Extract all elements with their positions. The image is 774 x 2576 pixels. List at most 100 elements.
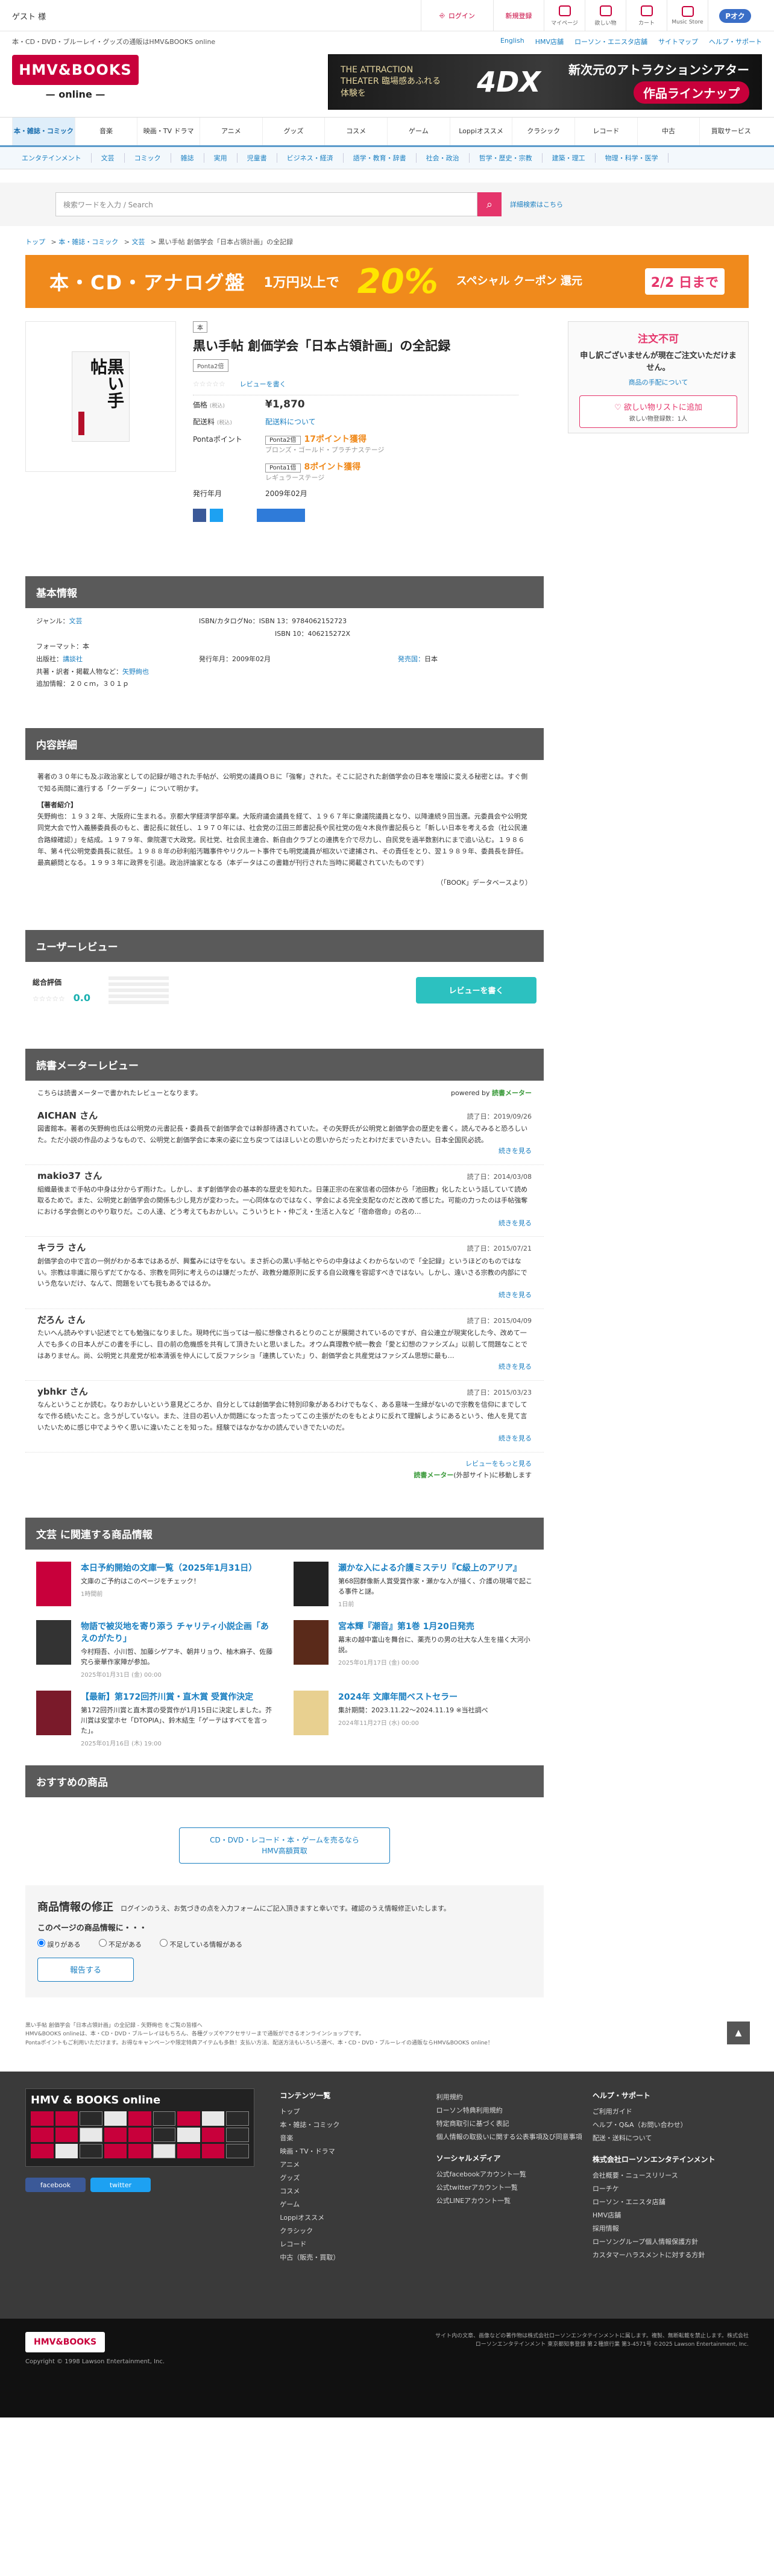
option-missing[interactable]: 不足がある [98, 1938, 142, 1949]
footer-link[interactable]: 個人情報の取扱いに関する公表事項及び同意事項 [436, 2131, 593, 2144]
gnav-item[interactable]: クラシック [512, 118, 574, 145]
footer-link[interactable]: トップ [280, 2105, 436, 2119]
help-link[interactable]: ヘルプ・サポート [709, 37, 762, 46]
lawson-stores-link[interactable]: ローソン・エニスタ店舗 [574, 37, 647, 46]
gnav-item[interactable]: ゲーム [387, 118, 450, 145]
facebook-share-icon[interactable] [193, 509, 206, 522]
related-title[interactable]: 宮本輝『潮音』第1巻 1月20日発売 [338, 1620, 533, 1632]
subnav-item[interactable]: 建築・理工 [543, 153, 596, 163]
footer-link[interactable]: ローソン特典利用規約 [436, 2104, 593, 2117]
subnav-item[interactable]: 物理・科学・医学 [596, 153, 669, 163]
music-store-button[interactable]: Music Store [667, 0, 708, 31]
add-to-wishlist-button[interactable]: ♡ 欲しい物リストに追加 欲しい物登録数：1人 [579, 395, 737, 428]
read-more-link[interactable]: 続きを見る [499, 1363, 532, 1371]
related-item[interactable]: 宮本輝『潮音』第1巻 1月20日発売 幕末の越中富山を舞台に、薬売りの男の壮大な人… [294, 1619, 533, 1679]
footer-link[interactable]: コスメ [280, 2185, 436, 2198]
footer-link[interactable]: 中古（販売・買取） [280, 2251, 436, 2264]
footer-link[interactable]: HMV店舗 [593, 2209, 749, 2222]
related-item[interactable]: 2024年 文庫年間ベストセラー 集計期間：2023.11.22～2024.11.… [294, 1690, 533, 1747]
write-review-button[interactable]: レビューを書く [416, 976, 536, 1004]
footer-link[interactable]: ゲーム [280, 2198, 436, 2211]
gnav-item[interactable]: アニメ [200, 118, 262, 145]
gnav-item[interactable]: 音楽 [74, 118, 137, 145]
reviewer-name[interactable]: makio37 さん [37, 1169, 102, 1184]
crumb-books[interactable]: 本・雑誌・コミック [58, 238, 118, 246]
gnav-item[interactable]: 本・雑誌・コミック [12, 118, 75, 145]
footer-banner[interactable]: HMV & BOOKS online [25, 2088, 254, 2167]
hmv-stores-link[interactable]: HMV店舗 [535, 37, 564, 46]
related-item[interactable]: 瀬かな入による介護ミステリ『C級上のアリア』 第68回群像新人賞受賞作家・瀬かな入… [294, 1561, 533, 1608]
reviewer-name[interactable]: キララ さん [37, 1240, 86, 1256]
arrangement-link[interactable]: 商品の手配について [629, 379, 688, 386]
footer-link[interactable]: ローソングループ個人情報保護方針 [593, 2235, 749, 2249]
related-item[interactable]: 本日予約開始の文庫一覧（2025年1月31日） 文庫のご予約はこのページをチェック… [36, 1561, 275, 1608]
subnav-item[interactable]: 児童書 [238, 153, 277, 163]
gnav-item[interactable]: 中古 [637, 118, 700, 145]
read-more-link[interactable]: 続きを見る [499, 1434, 532, 1442]
related-title[interactable]: 本日予約開始の文庫一覧（2025年1月31日） [81, 1562, 257, 1574]
read-more-link[interactable]: 続きを見る [499, 1219, 532, 1227]
related-title[interactable]: 物語で被災地を寄り添う チャリティ小説企画「あえのがたり」 [81, 1620, 275, 1644]
4dx-banner[interactable]: THE ATTRACTION THEATER 臨場感あふれる 体験を 4DX 新… [328, 54, 762, 110]
footer-link[interactable]: クラシック [280, 2225, 436, 2238]
like-button[interactable] [257, 509, 305, 522]
genre-link[interactable]: 文芸 [69, 617, 82, 625]
campaign-banner[interactable]: 本・CD・アナログ盤 1万円以上で 20% スペシャル クーポン 還元 2/2 … [25, 255, 749, 308]
twitter-button[interactable]: twitter [90, 2178, 151, 2193]
crumb-literature[interactable]: 文芸 [131, 238, 145, 246]
publisher-link[interactable]: 講談社 [63, 655, 83, 663]
twitter-share-icon[interactable] [210, 509, 223, 522]
subnav-item[interactable]: ビジネス・経済 [277, 153, 344, 163]
ponta-button[interactable]: Pオク [708, 0, 762, 31]
footer-link[interactable]: 特定商取引に基づく表記 [436, 2117, 593, 2131]
footer-link[interactable]: 公式LINEアカウント一覧 [436, 2194, 593, 2208]
related-title[interactable]: 【最新】第172回芥川賞・直木賞 受賞作決定 [81, 1691, 275, 1703]
wishlist-button[interactable]: 欲しい物 [585, 0, 626, 31]
footer-link[interactable]: 採用情報 [593, 2222, 749, 2235]
subnav-item[interactable]: 哲学・歴史・宗教 [470, 153, 543, 163]
footer-link[interactable]: レコード [280, 2238, 436, 2251]
login-link[interactable]: ⎆ ログイン [421, 0, 493, 31]
facebook-button[interactable]: facebook [25, 2178, 86, 2193]
footer-link[interactable]: 会社概要・ニュースリリース [593, 2169, 749, 2182]
footer-link[interactable]: アニメ [280, 2158, 436, 2172]
gnav-item[interactable]: 映画・TV ドラマ [137, 118, 200, 145]
write-review-link[interactable]: レビューを書く [240, 380, 286, 388]
gnav-item[interactable]: コスメ [324, 118, 387, 145]
crumb-top[interactable]: トップ [25, 238, 45, 246]
author-link[interactable]: 矢野絢也 [122, 668, 149, 676]
footer-link[interactable]: 公式twitterアカウント一覧 [436, 2181, 593, 2194]
report-button[interactable]: 報告する [37, 1957, 134, 1982]
related-item[interactable]: 物語で被災地を寄り添う チャリティ小説企画「あえのがたり」 今村翔吾、小川哲、加藤… [36, 1619, 275, 1679]
subnav-item[interactable]: 社会・政治 [417, 153, 470, 163]
footer-link[interactable]: ローチケ [593, 2182, 749, 2196]
reviewer-name[interactable]: ybhkr さん [37, 1384, 88, 1400]
related-item[interactable]: 【最新】第172回芥川賞・直木賞 受賞作決定 第172回芥川賞と直木賞の受賞作が1… [36, 1690, 275, 1747]
footer-logo[interactable]: HMV&BOOKS [25, 2332, 105, 2353]
subnav-item[interactable]: 雑誌 [171, 153, 204, 163]
related-title[interactable]: 瀬かな入による介護ミステリ『C級上のアリア』 [338, 1562, 533, 1574]
search-button[interactable]: ⌕ [477, 192, 502, 216]
advanced-search-link[interactable]: 詳細検索はこちら [510, 199, 563, 209]
subnav-item[interactable]: 語学・教育・辞書 [344, 153, 417, 163]
footer-link[interactable]: Loppiオススメ [280, 2211, 436, 2225]
footer-link[interactable]: カスタマーハラスメントに対する方針 [593, 2249, 749, 2262]
buyback-button[interactable]: CD・DVD・レコード・本・ゲームを売るなら HMV高額買取 [179, 1827, 390, 1864]
subnav-item[interactable]: 文芸 [92, 153, 125, 163]
footer-link[interactable]: 本・雑誌・コミック [280, 2119, 436, 2132]
footer-link[interactable]: ご利用ガイド [593, 2105, 749, 2119]
footer-link[interactable]: 公式facebookアカウント一覧 [436, 2168, 593, 2181]
footer-link[interactable]: 映画・TV・ドラマ [280, 2145, 436, 2158]
option-error[interactable]: 誤りがある [37, 1938, 81, 1949]
gnav-item[interactable]: グッズ [262, 118, 325, 145]
gnav-item[interactable]: Loppiオススメ [449, 118, 512, 145]
subnav-item[interactable]: 実用 [204, 153, 238, 163]
related-title[interactable]: 2024年 文庫年間ベストセラー [338, 1691, 488, 1703]
register-link[interactable]: 新規登録 [493, 0, 544, 31]
site-logo[interactable]: HMV&BOOKS — online — [12, 55, 139, 109]
shipping-link[interactable]: 配送料について [265, 416, 316, 427]
footer-link[interactable]: 配送・送料について [593, 2132, 749, 2145]
footer-link[interactable]: ローソン・エニスタ店舗 [593, 2196, 749, 2209]
bookmeter-logo[interactable]: 読書メーター [492, 1089, 532, 1097]
footer-link[interactable]: 利用規約 [436, 2091, 593, 2104]
